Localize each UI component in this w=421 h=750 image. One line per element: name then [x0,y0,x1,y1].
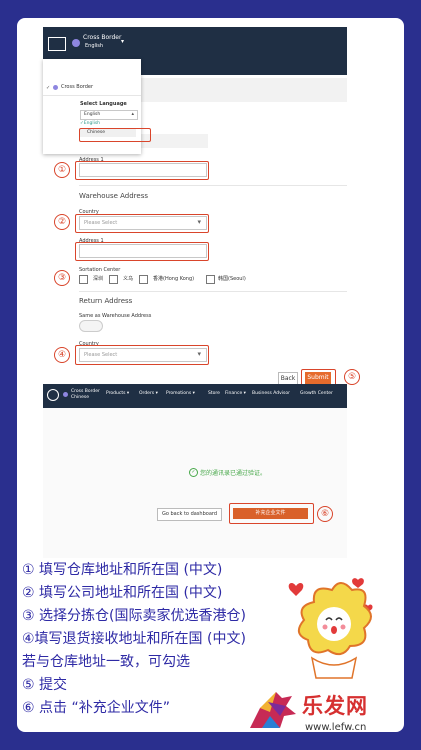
sortation-label-hongkong: 香港(Hong Kong) [153,276,195,282]
nav-growth-center[interactable]: Growth Center [300,391,333,396]
sortation-label-yiwu: 义乌 [123,276,134,282]
back-to-dashboard-button[interactable]: Go back to dashboard [157,508,222,521]
success-panel [43,408,347,558]
success-message: 您的通讯录已通过验证。 [200,470,267,477]
globe-icon-small [53,85,58,90]
marker-2: ② [54,214,70,230]
nav-store[interactable]: Store [208,391,220,396]
highlight-supplement [229,503,314,524]
sortation-checkbox-shenzhen[interactable] [79,275,88,284]
marker-4: ④ [54,347,70,363]
logo-icon [48,37,66,51]
nav-business-advisor[interactable]: Business Advisor [252,391,290,396]
nav-orders[interactable]: Orders ▾ [139,391,158,396]
dropdown-current[interactable]: Cross Border [61,84,93,90]
form-header [141,78,347,102]
marker-6: ⑥ [317,506,333,522]
globe-icon [72,39,80,47]
divider [43,95,141,96]
marker-3: ③ [54,270,70,286]
select-language-label: Select Language [80,101,127,107]
top-nav-bar-2: Cross Border Chinese Products ▾ Orders ▾… [43,384,347,408]
brand-label: Cross Border [83,34,122,41]
sortation-label-seoul: 韩国(Seoul) [218,276,246,282]
watermark-horse-icon [250,692,296,728]
divider [79,185,347,186]
same-as-toggle[interactable] [79,320,103,332]
instruction-4-note: 若与仓库地址一致，可勾选 [22,654,190,670]
instruction-4: ④填写退货接收地址和所在国 (中文) [22,631,246,647]
logo-icon [47,389,59,401]
sortation-checkbox-hongkong[interactable] [139,275,148,284]
nav-products[interactable]: Products ▾ [106,391,129,396]
chevron-down-icon[interactable]: ▾ [121,38,124,45]
highlight-address1 [75,161,209,180]
highlight-return-country [75,345,209,365]
check-icon: ✓ [46,85,51,91]
instruction-5: ⑤ 提交 [22,677,68,693]
marker-1: ① [54,162,70,178]
language-label-2: Chinese [71,395,89,400]
divider [79,291,347,292]
marker-5: ⑤ [344,369,360,385]
instruction-2: ② 填写公司地址和所在国 (中文) [22,585,223,601]
warehouse-title: Warehouse Address [79,192,149,200]
watermark-brand: 乐发网 [302,693,368,718]
instruction-6: ⑥ 点击 “补充企业文件” [22,700,170,716]
highlight-address1-2 [75,242,209,261]
success-check-icon: ✓ [189,468,198,477]
language-option-english[interactable]: ✓English [80,121,100,126]
watermark-url: www.lefw.cn [305,722,367,733]
sortation-label: Sortation Center [79,267,121,273]
highlight-language [79,128,151,142]
cartoon-sticker-icon [288,578,373,679]
return-title: Return Address [79,297,133,305]
brand-label-2: Cross Border [71,389,100,394]
instruction-3: ③ 选择分拣仓(国际卖家优选香港仓) [22,608,246,624]
sortation-checkbox-yiwu[interactable] [109,275,118,284]
nav-promotions[interactable]: Promotions ▾ [166,391,195,396]
sortation-label-shenzhen: 深圳 [93,276,104,282]
instruction-1: ① 填写仓库地址和所在国 (中文) [22,562,223,578]
same-as-label: Same as Warehouse Address [79,313,152,319]
sortation-checkbox-seoul[interactable] [206,275,215,284]
highlight-country [75,214,209,233]
language-select[interactable]: English ▴ [80,110,138,120]
globe-icon [63,392,68,397]
language-label: English [85,43,104,49]
chevron-up-icon: ▴ [131,111,134,117]
nav-finance[interactable]: Finance ▾ [225,391,246,396]
